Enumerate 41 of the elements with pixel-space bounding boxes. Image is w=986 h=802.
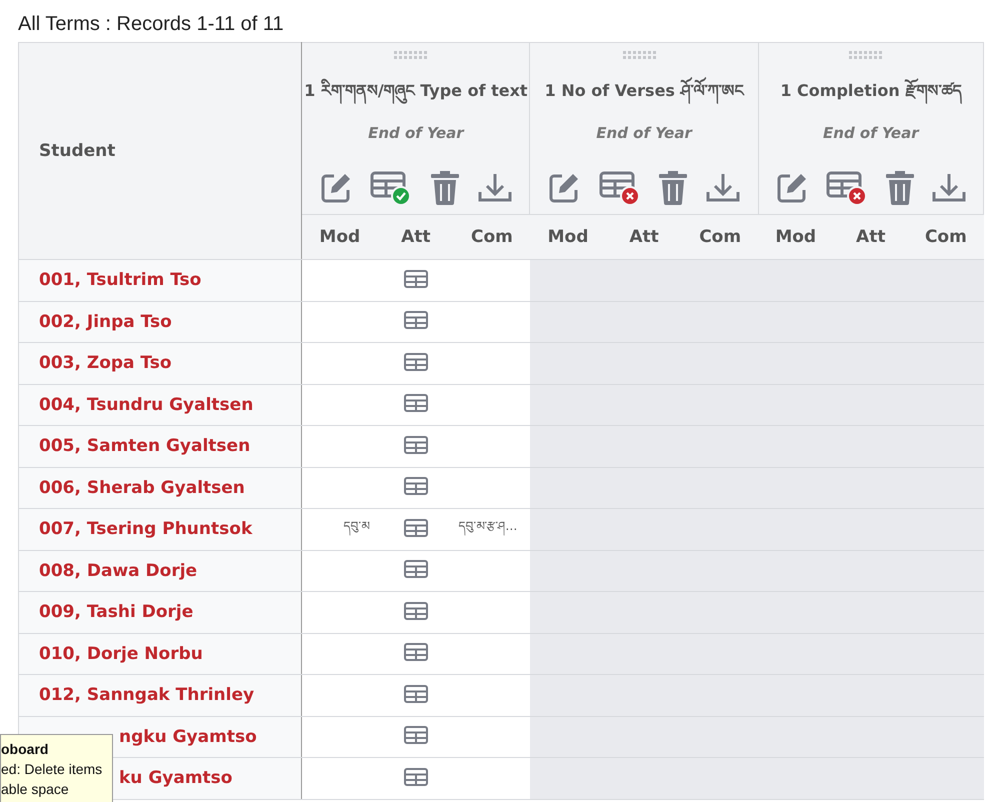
trash-icon[interactable] <box>659 171 688 205</box>
table-icon[interactable] <box>404 768 428 786</box>
term-label: End of Year <box>822 124 920 142</box>
table-icon[interactable] <box>404 394 428 412</box>
term-label: End of Year <box>367 124 466 142</box>
subcolumn-header[interactable]: Att <box>629 227 659 247</box>
student-name[interactable]: ku Gyamtso <box>119 768 232 788</box>
table-icon[interactable] <box>404 684 428 703</box>
table-icon[interactable] <box>598 170 641 206</box>
cell-text: དབུ་མ <box>343 519 370 534</box>
edit-icon[interactable] <box>320 172 352 204</box>
table-icon[interactable] <box>404 270 428 288</box>
table-icon[interactable] <box>404 352 428 371</box>
column-title: 1 རིག་གནས/གཞུང Type of text <box>302 73 530 118</box>
edit-icon[interactable] <box>776 172 808 204</box>
download-icon[interactable] <box>932 172 966 204</box>
table-icon[interactable] <box>404 436 428 454</box>
trash-icon[interactable] <box>431 171 460 205</box>
edit-icon[interactable] <box>548 172 580 204</box>
records-title: All Terms : Records 1-11 of 11 <box>17 12 285 37</box>
column-header[interactable]: Student <box>39 141 116 161</box>
table-icon[interactable] <box>404 311 428 330</box>
table-icon[interactable] <box>404 726 428 744</box>
trash-icon[interactable] <box>886 171 914 205</box>
tooltip-text: ed: Delete items <box>1 760 104 779</box>
download-icon[interactable] <box>478 172 512 204</box>
table-icon[interactable] <box>404 602 428 620</box>
table-icon[interactable] <box>826 170 868 206</box>
table-icon[interactable] <box>404 643 428 662</box>
tooltip-text: able space <box>1 780 70 799</box>
column-title: 1 Completion རྫོགས་ཚད <box>758 73 983 118</box>
cell-text: དབུ་མ་རྩ་ཤ… <box>458 519 518 534</box>
term-label: End of Year <box>595 124 694 142</box>
column-title: 1 No of Verses ཤོ་ལོ་ཀ་ཨང <box>530 73 758 118</box>
table-icon[interactable] <box>404 477 428 496</box>
table-icon[interactable] <box>404 560 428 578</box>
download-icon[interactable] <box>706 172 740 204</box>
table-icon[interactable] <box>404 518 428 537</box>
tooltip-title: oboard <box>1 740 50 759</box>
subcolumn-header[interactable]: Att <box>856 227 886 247</box>
subcolumn-header[interactable]: Att <box>401 227 431 247</box>
